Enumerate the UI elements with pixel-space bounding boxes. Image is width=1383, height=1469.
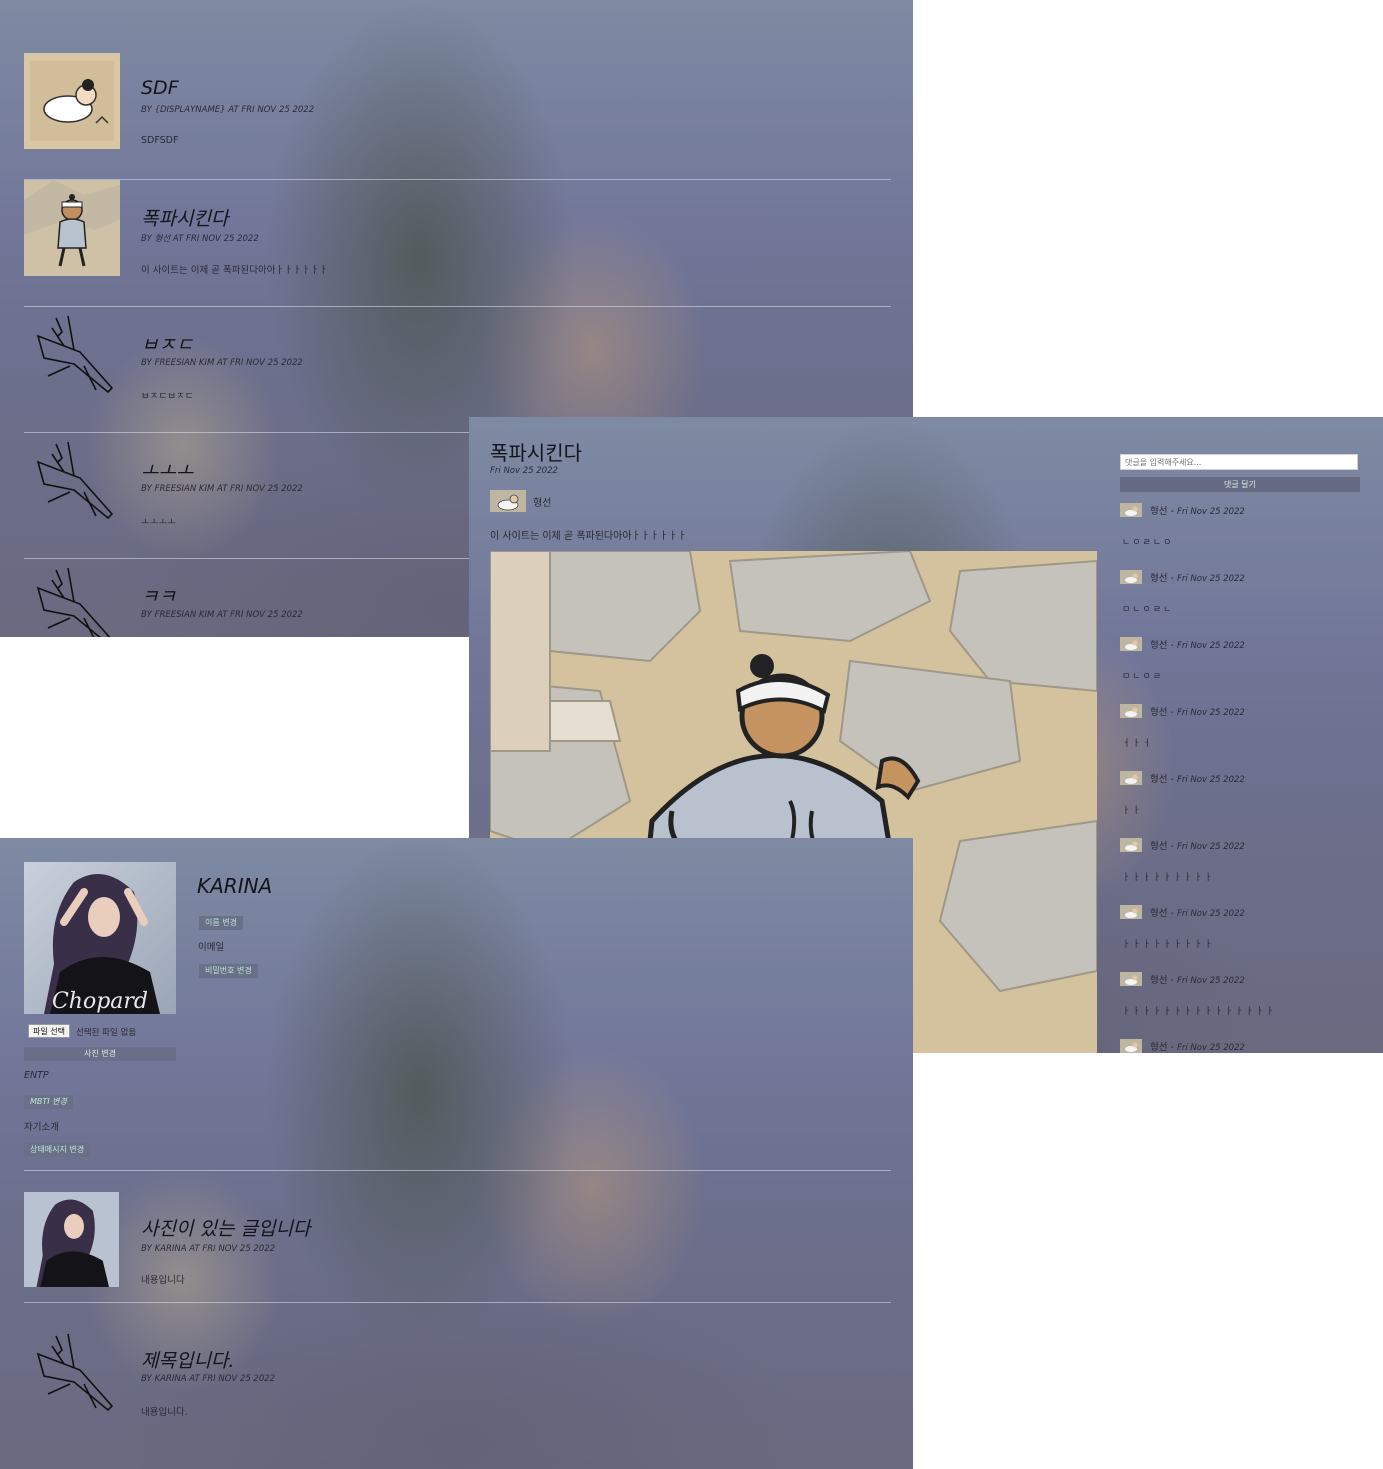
bio-label: 자기소개	[24, 1122, 59, 1133]
author-avatar[interactable]	[490, 490, 526, 512]
post-item[interactable]: 제목입니다. BY KARINA AT FRI NOV 25 2022 내용입니…	[24, 1324, 891, 1444]
avatar	[1120, 1038, 1142, 1053]
post-body: SDFSDF	[141, 135, 179, 146]
comment-text: ㅏㅏㅏㅏㅏㅏㅏㅏㅏ	[1122, 940, 1215, 950]
post-title[interactable]: 제목입니다.	[141, 1346, 234, 1373]
post-item[interactable]: ㅂㅈㄷ BY FREESIAN KIM AT FRI NOV 25 2022 ㅂ…	[24, 306, 891, 433]
post-body: 내용입니다.	[141, 1407, 188, 1418]
comment-author: 형선	[1150, 841, 1168, 852]
post-meta: BY KARINA AT FRI NOV 25 2022	[141, 1374, 276, 1384]
comment-item: 형선 - Fri Nov 25 2022 ㅏㅏㅏㅏㅏㅏㅏㅏㅏ	[1120, 837, 1360, 904]
comment-date: Fri Nov 25 2022	[1176, 909, 1245, 919]
change-photo-button[interactable]: 사진 변경	[24, 1047, 176, 1061]
avatar	[1120, 904, 1142, 919]
comment-date: Fri Nov 25 2022	[1176, 507, 1245, 517]
avatar	[1120, 502, 1142, 517]
author-name[interactable]: 형선	[533, 494, 551, 509]
fighter-jet-icon	[24, 306, 120, 402]
comment-item: 형선 - Fri Nov 25 2022 ㅏㅏㅏㅏㅏㅏㅏㅏㅏㅏㅏㅏㅏㅏㅏ	[1120, 971, 1360, 1038]
avatar	[1120, 837, 1142, 852]
post-body: 이 사이트는 이제 곧 폭파된다아아ㅏㅏㅏㅏㅏㅏ	[141, 265, 328, 276]
file-select-button[interactable]: 파일 선택	[28, 1024, 70, 1038]
post-title[interactable]: ㅂㅈㄷ	[141, 330, 193, 357]
comment-text: ㅁㄴㅇㄹㄴ	[1122, 605, 1174, 615]
comment-item: 형선 - Fri Nov 25 2022 ㅁㄴㅇㄹ	[1120, 636, 1360, 703]
comment-text: ㅓㅏㅓ	[1122, 739, 1153, 749]
post-thumbnail	[24, 1192, 119, 1287]
divider	[24, 1170, 891, 1171]
post-meta: BY FREESIAN KIM AT FRI NOV 25 2022	[141, 610, 303, 620]
change-name-button[interactable]: 이름 변경	[199, 916, 243, 930]
post-title[interactable]: ㅗㅗㅗ	[141, 456, 193, 483]
avatar	[1120, 703, 1142, 718]
comment-author: 형선	[1150, 640, 1168, 651]
comment-date: Fri Nov 25 2022	[1176, 574, 1245, 584]
comment-item: 형선 - Fri Nov 25 2022 ㅁㄴㅇㄹㄴ	[1120, 569, 1360, 636]
post-meta: BY KARINA AT FRI NOV 25 2022	[141, 1244, 276, 1254]
post-meta: BY FREESIAN KIM AT FRI NOV 25 2022	[141, 484, 303, 494]
profile-photo: Chopard	[24, 862, 176, 1014]
comment-date: Fri Nov 25 2022	[1176, 842, 1245, 852]
comment-item: 형선 - Fri Nov 25 2022 ㅏㅏ	[1120, 770, 1360, 837]
comment-author: 형선	[1150, 975, 1168, 986]
comment-text: ㄴㅇㄹㄴㅇ	[1122, 538, 1174, 548]
comment-author: 형선	[1150, 573, 1168, 584]
change-password-button[interactable]: 비밀번호 변경	[199, 964, 258, 978]
post-body: ㅗㅗㅗㅗ	[141, 517, 176, 528]
post-title[interactable]: 사진이 있는 글입니다	[141, 1214, 310, 1241]
avatar	[1120, 636, 1142, 651]
fighter-jet-icon	[24, 1324, 120, 1420]
comment-text: ㅏㅏ	[1122, 806, 1143, 816]
comment-date: Fri Nov 25 2022	[1176, 641, 1245, 651]
comment-text: ㅁㄴㅇㄹ	[1122, 672, 1164, 682]
comment-input[interactable]	[1120, 454, 1358, 470]
comment-author: 형선	[1150, 774, 1168, 785]
detail-body: 이 사이트는 이제 곧 폭파된다아아ㅏㅏㅏㅏㅏㅏ	[490, 531, 687, 542]
mbti-value: ENTP	[24, 1070, 49, 1081]
post-body: ㅂㅈㄷㅂㅈㄷ	[141, 391, 194, 402]
post-title[interactable]: 폭파시킨다	[141, 204, 228, 231]
comment-date: Fri Nov 25 2022	[1176, 775, 1245, 785]
change-mbti-button[interactable]: MBTI 변경	[24, 1095, 73, 1109]
avatar	[1120, 770, 1142, 785]
comment-author: 형선	[1150, 1042, 1168, 1053]
post-meta: BY {DISPLAYNAME} AT FRI NOV 25 2022	[141, 105, 315, 115]
comment-item: 형선 - Fri Nov 25 2022 ㅏㅏㅏㅏㅏㅏㅏㅏㅏ	[1120, 904, 1360, 971]
post-item[interactable]: 폭파시킨다 BY 형선 AT FRI NOV 25 2022 이 사이트는 이제…	[24, 180, 891, 307]
avatar	[1120, 569, 1142, 584]
comment-date: Fri Nov 25 2022	[1176, 976, 1245, 986]
comment-item: 형선 - Fri Nov 25 2022	[1120, 1038, 1360, 1053]
comment-date: Fri Nov 25 2022	[1176, 1043, 1245, 1053]
post-title[interactable]: ㅋㅋ	[141, 582, 176, 609]
comment-author: 형선	[1150, 908, 1168, 919]
photo-logo-text: Chopard	[52, 989, 148, 1014]
dancing-man-cartoon-icon	[24, 180, 120, 276]
comment-item: 형선 - Fri Nov 25 2022 ㅓㅏㅓ	[1120, 703, 1360, 770]
comment-date: Fri Nov 25 2022	[1176, 708, 1245, 718]
fighter-jet-icon	[24, 432, 120, 528]
change-status-button[interactable]: 상태메시지 변경	[24, 1143, 91, 1157]
comment-author: 형선	[1150, 506, 1168, 517]
baby-cartoon-icon	[24, 53, 120, 149]
comment-text: ㅏㅏㅏㅏㅏㅏㅏㅏㅏ	[1122, 873, 1215, 883]
detail-date: Fri Nov 25 2022	[490, 466, 558, 476]
post-item[interactable]: 사진이 있는 글입니다 BY KARINA AT FRI NOV 25 2022…	[24, 1192, 891, 1303]
post-meta: BY 형선 AT FRI NOV 25 2022	[141, 234, 259, 244]
email-label: 이메일	[198, 942, 225, 953]
post-title[interactable]: SDF	[141, 77, 179, 99]
post-body: 내용입니다	[141, 1275, 185, 1286]
fighter-jet-icon	[24, 558, 120, 637]
post-item[interactable]: SDF BY {DISPLAYNAME} AT FRI NOV 25 2022 …	[24, 53, 891, 180]
profile-name: KARINA	[197, 874, 273, 898]
avatar	[1120, 971, 1142, 986]
comment-author: 형선	[1150, 707, 1168, 718]
comment-text: ㅏㅏㅏㅏㅏㅏㅏㅏㅏㅏㅏㅏㅏㅏㅏ	[1122, 1007, 1277, 1017]
profile-panel: Chopard KARINA 이름 변경 이메일 비밀번호 변경 파일 선택 선…	[0, 838, 913, 1469]
post-meta: BY FREESIAN KIM AT FRI NOV 25 2022	[141, 358, 303, 368]
detail-title: 폭파시킨다	[490, 441, 582, 465]
add-comment-button[interactable]: 댓글 달기	[1120, 477, 1360, 492]
file-status: 선택된 파일 없음	[76, 1028, 137, 1038]
comment-item: 형선 - Fri Nov 25 2022 ㄴㅇㄹㄴㅇ	[1120, 502, 1360, 569]
